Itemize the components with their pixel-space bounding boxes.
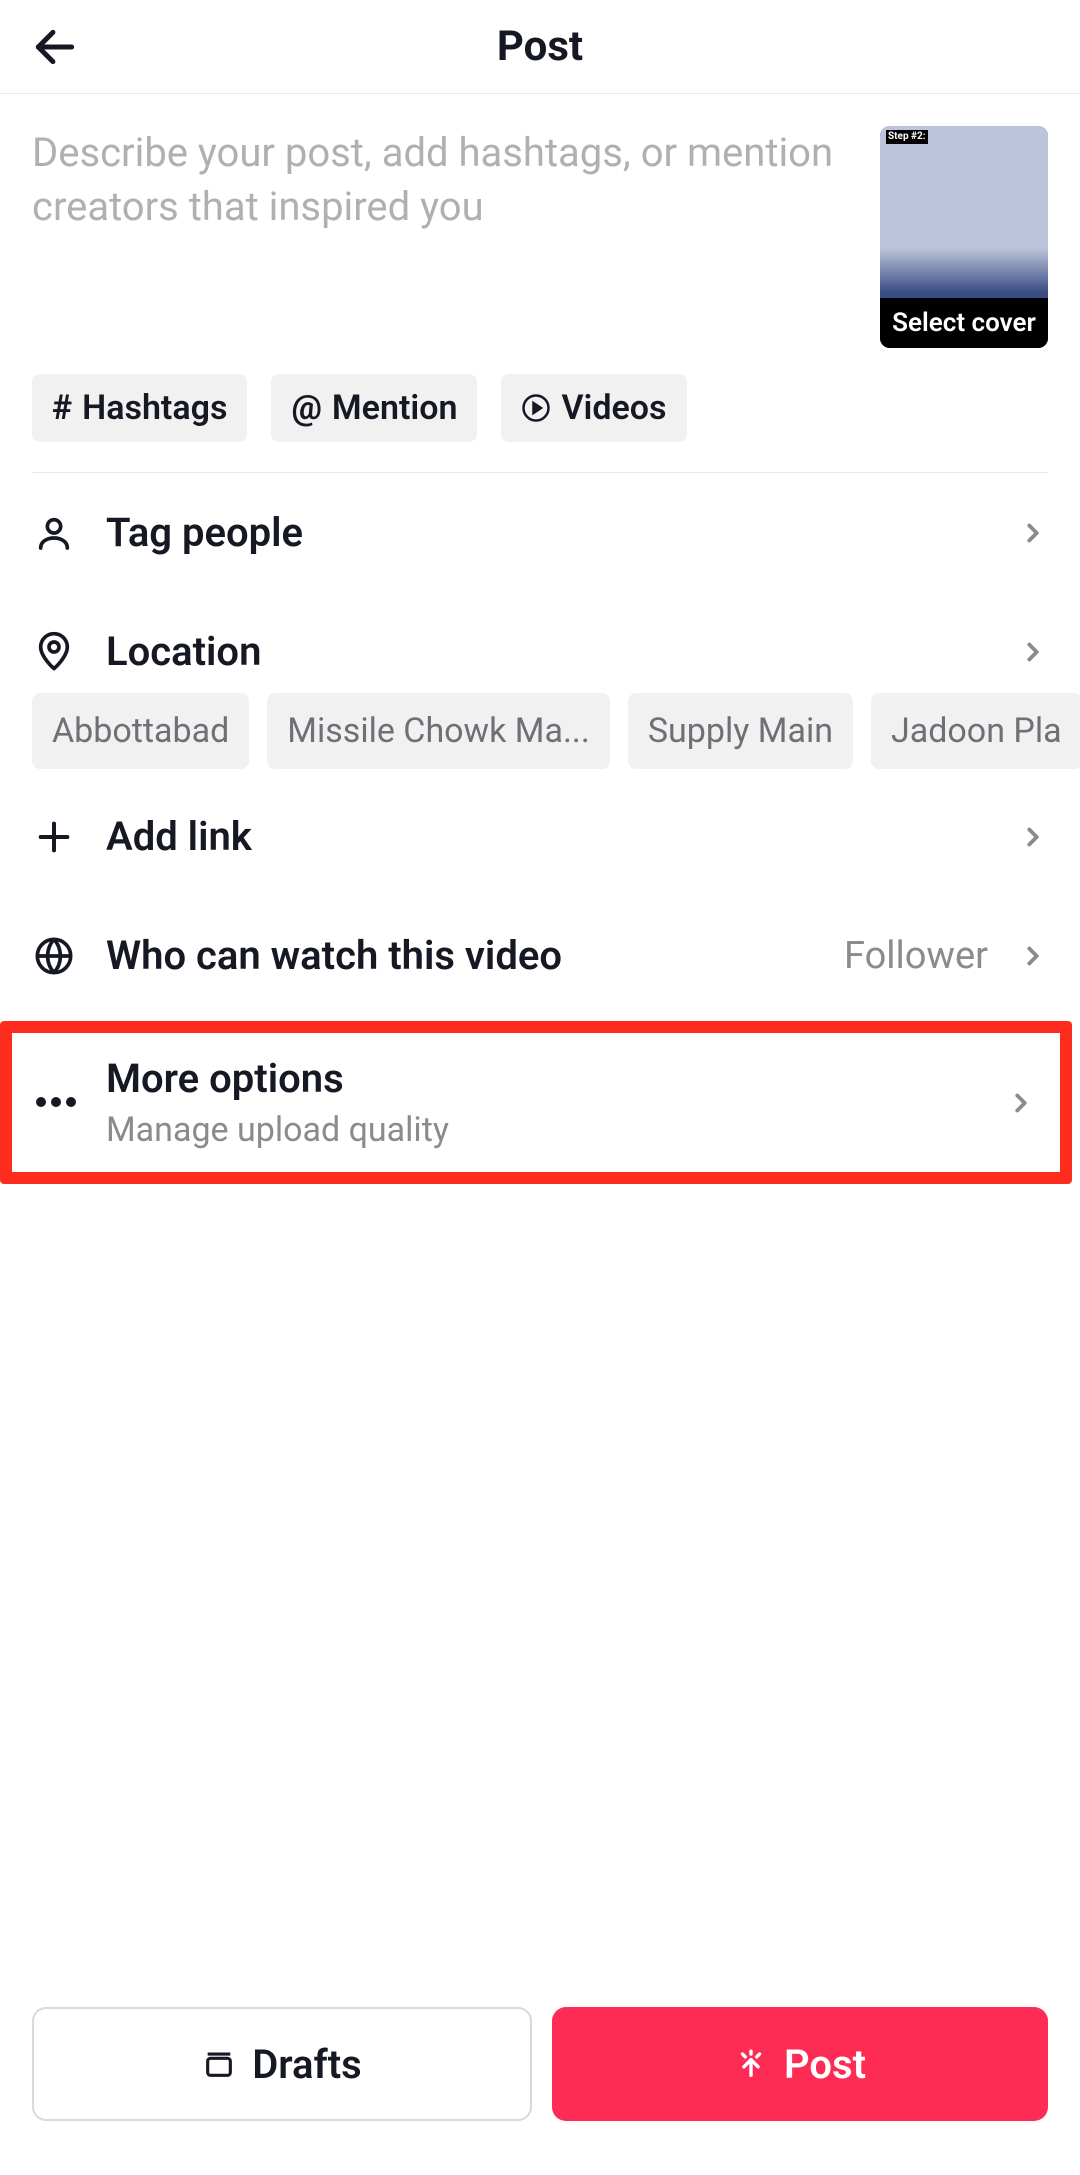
privacy-row[interactable]: Who can watch this video Follower <box>0 896 1080 1015</box>
location-row[interactable]: Location <box>0 592 1080 693</box>
back-button[interactable] <box>30 22 80 72</box>
add-link-row[interactable]: Add link <box>0 777 1080 896</box>
more-horizontal-icon <box>36 1096 76 1108</box>
more-options-row[interactable]: More options Manage upload quality <box>12 1033 1060 1172</box>
mention-chip-label: Mention <box>332 388 458 428</box>
videos-chip[interactable]: Videos <box>501 374 686 442</box>
more-options-label: More options <box>106 1055 976 1102</box>
chevron-right-icon <box>1018 822 1048 852</box>
location-chip[interactable]: Supply Main <box>628 693 853 769</box>
hashtags-chip[interactable]: # Hashtags <box>32 374 247 442</box>
hash-icon: # <box>52 388 72 428</box>
privacy-label: Who can watch this video <box>106 932 814 979</box>
arrow-left-icon <box>30 22 80 72</box>
chevron-right-icon <box>1018 941 1048 971</box>
mention-chip[interactable]: @ Mention <box>271 374 477 442</box>
location-chip[interactable]: Abbottabad <box>32 693 249 769</box>
location-suggestions: Abbottabad Missile Chowk Ma... Supply Ma… <box>0 693 1080 777</box>
person-icon <box>34 513 74 553</box>
privacy-value: Follower <box>844 934 988 978</box>
more-options-highlight: More options Manage upload quality <box>0 1021 1072 1184</box>
videos-chip-label: Videos <box>561 388 666 428</box>
drafts-button[interactable]: Drafts <box>32 2007 532 2121</box>
compose-area: Describe your post, add hashtags, or men… <box>0 94 1080 348</box>
hashtags-chip-label: Hashtags <box>82 388 227 428</box>
header: Post <box>0 0 1080 94</box>
helper-chip-row: # Hashtags @ Mention Videos <box>0 348 1080 472</box>
page-title: Post <box>497 22 583 71</box>
location-pin-icon <box>34 630 74 674</box>
add-link-label: Add link <box>106 813 988 860</box>
tag-people-label: Tag people <box>106 509 988 556</box>
chevron-right-icon <box>1018 518 1048 548</box>
globe-icon <box>34 936 74 976</box>
drafts-icon <box>202 2047 236 2081</box>
chevron-right-icon <box>1006 1088 1036 1118</box>
more-options-subtitle: Manage upload quality <box>106 1110 976 1150</box>
post-button[interactable]: Post <box>552 2007 1048 2121</box>
caption-input[interactable]: Describe your post, add hashtags, or men… <box>32 126 856 348</box>
at-icon: @ <box>291 388 321 428</box>
select-cover-label[interactable]: Select cover <box>880 298 1048 348</box>
tag-people-row[interactable]: Tag people <box>0 473 1080 592</box>
plus-icon <box>34 817 74 857</box>
chevron-right-icon <box>1018 637 1048 667</box>
location-chip[interactable]: Missile Chowk Ma... <box>267 693 610 769</box>
cover-thumbnail[interactable]: Step #2: Select cover <box>880 126 1048 348</box>
play-circle-icon <box>521 393 551 423</box>
bottom-bar: Drafts Post <box>0 2007 1080 2121</box>
drafts-button-label: Drafts <box>252 2041 361 2088</box>
location-label: Location <box>106 628 988 675</box>
upload-icon <box>734 2047 768 2081</box>
location-chip[interactable]: Jadoon Pla <box>871 693 1080 769</box>
post-button-label: Post <box>784 2041 866 2088</box>
